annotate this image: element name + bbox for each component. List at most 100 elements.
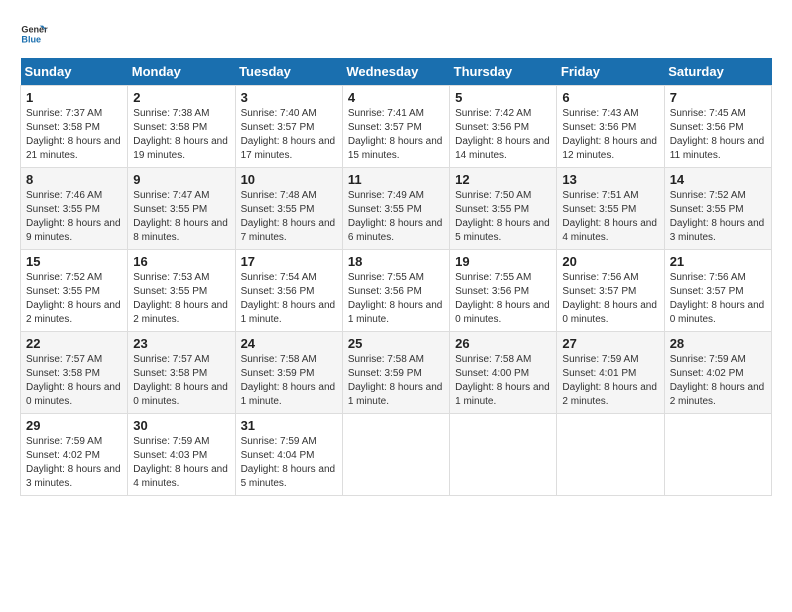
day-info: Sunrise: 7:49 AMSunset: 3:55 PMDaylight:… [348, 189, 444, 245]
day-info: Sunrise: 7:54 AMSunset: 3:56 PMDaylight:… [241, 271, 337, 327]
calendar-cell: 19 Sunrise: 7:55 AMSunset: 3:56 PMDaylig… [450, 250, 557, 332]
calendar-cell: 3 Sunrise: 7:40 AMSunset: 3:57 PMDayligh… [235, 86, 342, 168]
day-info: Sunrise: 7:52 AMSunset: 3:55 PMDaylight:… [670, 189, 766, 245]
calendar-cell [557, 414, 664, 496]
day-info: Sunrise: 7:45 AMSunset: 3:56 PMDaylight:… [670, 107, 766, 163]
calendar-week-row: 29 Sunrise: 7:59 AMSunset: 4:02 PMDaylig… [21, 414, 772, 496]
calendar-cell: 2 Sunrise: 7:38 AMSunset: 3:58 PMDayligh… [128, 86, 235, 168]
calendar-week-row: 1 Sunrise: 7:37 AMSunset: 3:58 PMDayligh… [21, 86, 772, 168]
day-number: 16 [133, 254, 229, 269]
calendar-cell: 31 Sunrise: 7:59 AMSunset: 4:04 PMDaylig… [235, 414, 342, 496]
calendar-cell: 1 Sunrise: 7:37 AMSunset: 3:58 PMDayligh… [21, 86, 128, 168]
header: General Blue [20, 20, 772, 48]
day-info: Sunrise: 7:47 AMSunset: 3:55 PMDaylight:… [133, 189, 229, 245]
day-number: 6 [562, 90, 658, 105]
day-number: 11 [348, 172, 444, 187]
day-info: Sunrise: 7:56 AMSunset: 3:57 PMDaylight:… [670, 271, 766, 327]
calendar-cell: 22 Sunrise: 7:57 AMSunset: 3:58 PMDaylig… [21, 332, 128, 414]
day-info: Sunrise: 7:59 AMSunset: 4:02 PMDaylight:… [670, 353, 766, 409]
calendar-cell [664, 414, 771, 496]
day-number: 13 [562, 172, 658, 187]
day-number: 4 [348, 90, 444, 105]
day-number: 30 [133, 418, 229, 433]
calendar-cell: 14 Sunrise: 7:52 AMSunset: 3:55 PMDaylig… [664, 168, 771, 250]
day-info: Sunrise: 7:51 AMSunset: 3:55 PMDaylight:… [562, 189, 658, 245]
day-info: Sunrise: 7:55 AMSunset: 3:56 PMDaylight:… [455, 271, 551, 327]
calendar-cell: 24 Sunrise: 7:58 AMSunset: 3:59 PMDaylig… [235, 332, 342, 414]
svg-text:General: General [21, 25, 48, 35]
weekday-header-friday: Friday [557, 58, 664, 86]
day-info: Sunrise: 7:58 AMSunset: 3:59 PMDaylight:… [348, 353, 444, 409]
calendar-cell: 13 Sunrise: 7:51 AMSunset: 3:55 PMDaylig… [557, 168, 664, 250]
calendar-cell [342, 414, 449, 496]
day-number: 19 [455, 254, 551, 269]
calendar-cell: 12 Sunrise: 7:50 AMSunset: 3:55 PMDaylig… [450, 168, 557, 250]
logo: General Blue [20, 20, 48, 48]
day-number: 24 [241, 336, 337, 351]
calendar-cell: 8 Sunrise: 7:46 AMSunset: 3:55 PMDayligh… [21, 168, 128, 250]
calendar-cell: 7 Sunrise: 7:45 AMSunset: 3:56 PMDayligh… [664, 86, 771, 168]
day-number: 2 [133, 90, 229, 105]
calendar-cell: 17 Sunrise: 7:54 AMSunset: 3:56 PMDaylig… [235, 250, 342, 332]
day-info: Sunrise: 7:50 AMSunset: 3:55 PMDaylight:… [455, 189, 551, 245]
day-number: 23 [133, 336, 229, 351]
calendar-cell: 30 Sunrise: 7:59 AMSunset: 4:03 PMDaylig… [128, 414, 235, 496]
weekday-header-thursday: Thursday [450, 58, 557, 86]
calendar-table: SundayMondayTuesdayWednesdayThursdayFrid… [20, 58, 772, 496]
weekday-header-tuesday: Tuesday [235, 58, 342, 86]
day-info: Sunrise: 7:58 AMSunset: 4:00 PMDaylight:… [455, 353, 551, 409]
day-info: Sunrise: 7:59 AMSunset: 4:02 PMDaylight:… [26, 435, 122, 491]
weekday-header-sunday: Sunday [21, 58, 128, 86]
day-number: 10 [241, 172, 337, 187]
calendar-cell: 27 Sunrise: 7:59 AMSunset: 4:01 PMDaylig… [557, 332, 664, 414]
calendar-cell: 11 Sunrise: 7:49 AMSunset: 3:55 PMDaylig… [342, 168, 449, 250]
day-number: 29 [26, 418, 122, 433]
calendar-cell: 28 Sunrise: 7:59 AMSunset: 4:02 PMDaylig… [664, 332, 771, 414]
calendar-week-row: 8 Sunrise: 7:46 AMSunset: 3:55 PMDayligh… [21, 168, 772, 250]
day-info: Sunrise: 7:52 AMSunset: 3:55 PMDaylight:… [26, 271, 122, 327]
day-info: Sunrise: 7:42 AMSunset: 3:56 PMDaylight:… [455, 107, 551, 163]
day-number: 28 [670, 336, 766, 351]
calendar-cell: 10 Sunrise: 7:48 AMSunset: 3:55 PMDaylig… [235, 168, 342, 250]
day-number: 18 [348, 254, 444, 269]
day-number: 27 [562, 336, 658, 351]
weekday-header-wednesday: Wednesday [342, 58, 449, 86]
day-info: Sunrise: 7:40 AMSunset: 3:57 PMDaylight:… [241, 107, 337, 163]
calendar-cell: 23 Sunrise: 7:57 AMSunset: 3:58 PMDaylig… [128, 332, 235, 414]
day-info: Sunrise: 7:43 AMSunset: 3:56 PMDaylight:… [562, 107, 658, 163]
day-number: 14 [670, 172, 766, 187]
day-number: 9 [133, 172, 229, 187]
weekday-header-saturday: Saturday [664, 58, 771, 86]
day-info: Sunrise: 7:48 AMSunset: 3:55 PMDaylight:… [241, 189, 337, 245]
calendar-cell: 16 Sunrise: 7:53 AMSunset: 3:55 PMDaylig… [128, 250, 235, 332]
day-number: 3 [241, 90, 337, 105]
calendar-cell: 21 Sunrise: 7:56 AMSunset: 3:57 PMDaylig… [664, 250, 771, 332]
calendar-cell [450, 414, 557, 496]
day-info: Sunrise: 7:41 AMSunset: 3:57 PMDaylight:… [348, 107, 444, 163]
day-info: Sunrise: 7:59 AMSunset: 4:03 PMDaylight:… [133, 435, 229, 491]
calendar-cell: 5 Sunrise: 7:42 AMSunset: 3:56 PMDayligh… [450, 86, 557, 168]
calendar-cell: 4 Sunrise: 7:41 AMSunset: 3:57 PMDayligh… [342, 86, 449, 168]
day-info: Sunrise: 7:55 AMSunset: 3:56 PMDaylight:… [348, 271, 444, 327]
day-number: 12 [455, 172, 551, 187]
day-info: Sunrise: 7:59 AMSunset: 4:04 PMDaylight:… [241, 435, 337, 491]
day-number: 17 [241, 254, 337, 269]
calendar-cell: 29 Sunrise: 7:59 AMSunset: 4:02 PMDaylig… [21, 414, 128, 496]
day-number: 7 [670, 90, 766, 105]
day-info: Sunrise: 7:46 AMSunset: 3:55 PMDaylight:… [26, 189, 122, 245]
day-info: Sunrise: 7:59 AMSunset: 4:01 PMDaylight:… [562, 353, 658, 409]
calendar-week-row: 15 Sunrise: 7:52 AMSunset: 3:55 PMDaylig… [21, 250, 772, 332]
weekday-header-monday: Monday [128, 58, 235, 86]
day-info: Sunrise: 7:38 AMSunset: 3:58 PMDaylight:… [133, 107, 229, 163]
day-info: Sunrise: 7:57 AMSunset: 3:58 PMDaylight:… [26, 353, 122, 409]
day-number: 5 [455, 90, 551, 105]
day-number: 8 [26, 172, 122, 187]
calendar-week-row: 22 Sunrise: 7:57 AMSunset: 3:58 PMDaylig… [21, 332, 772, 414]
day-number: 1 [26, 90, 122, 105]
day-number: 21 [670, 254, 766, 269]
day-info: Sunrise: 7:37 AMSunset: 3:58 PMDaylight:… [26, 107, 122, 163]
weekday-header-row: SundayMondayTuesdayWednesdayThursdayFrid… [21, 58, 772, 86]
calendar-cell: 6 Sunrise: 7:43 AMSunset: 3:56 PMDayligh… [557, 86, 664, 168]
day-number: 22 [26, 336, 122, 351]
day-info: Sunrise: 7:58 AMSunset: 3:59 PMDaylight:… [241, 353, 337, 409]
